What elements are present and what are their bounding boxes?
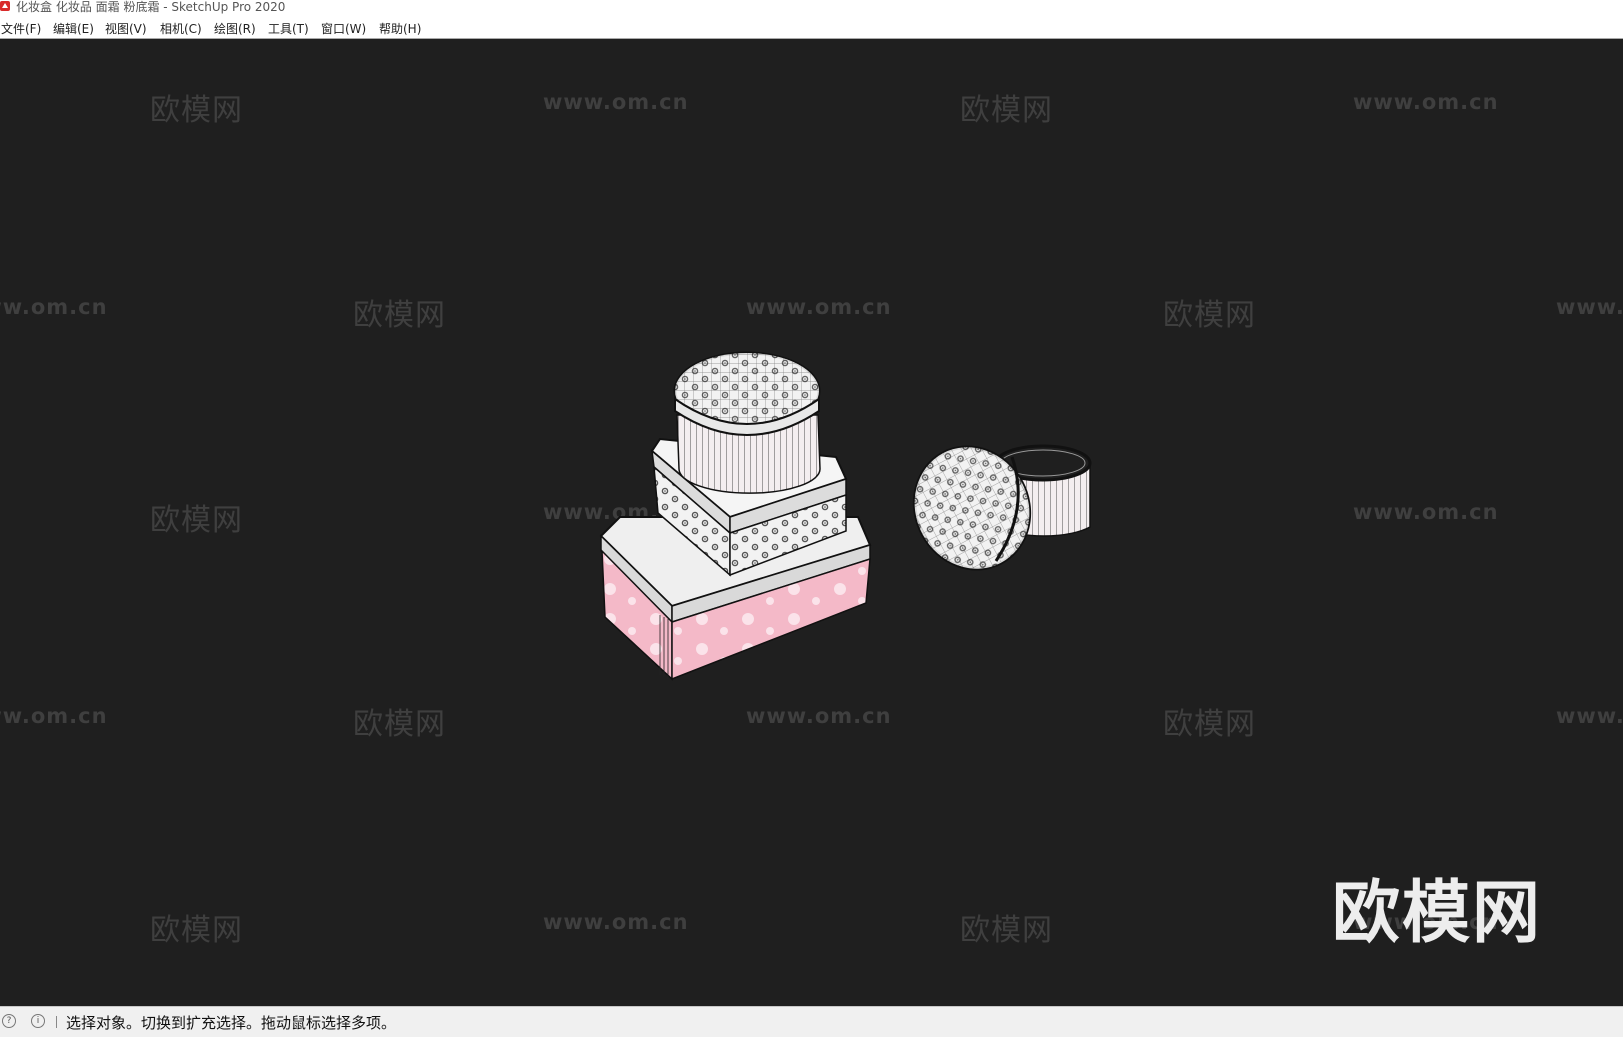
menu-file[interactable]: 文件(F) — [1, 20, 41, 37]
round-jar-stacked — [673, 351, 821, 494]
status-bar: ? i 选择对象。切换到扩充选择。拖动鼠标选择多项。 — [0, 1006, 1623, 1037]
title-bar: 化妆盒 化妆品 面霜 粉底霜 - SketchUp Pro 2020 — [0, 0, 1623, 16]
menu-help[interactable]: 帮助(H) — [379, 20, 421, 37]
status-separator — [56, 1016, 57, 1028]
menu-view[interactable]: 视图(V) — [105, 20, 147, 37]
menu-bar: 文件(F) 编辑(E) 视图(V) 相机(C) 绘图(R) 工具(T) 窗口(W… — [0, 16, 1623, 39]
menu-draw[interactable]: 绘图(R) — [214, 20, 256, 37]
sketchup-logo-icon — [0, 1, 10, 11]
status-text: 选择对象。切换到扩充选择。拖动鼠标选择多项。 — [66, 1014, 397, 1032]
menu-tools[interactable]: 工具(T) — [268, 20, 309, 37]
menu-edit[interactable]: 编辑(E) — [53, 20, 94, 37]
3d-viewport[interactable]: 欧模网 www.om.cn 欧模网 www.om.cn www.om.cn 欧模… — [0, 39, 1623, 1006]
info-icon[interactable]: i — [31, 1014, 45, 1028]
menu-window[interactable]: 窗口(W) — [321, 20, 366, 37]
window-title: 化妆盒 化妆品 面霜 粉底霜 - SketchUp Pro 2020 — [16, 0, 286, 14]
menu-camera[interactable]: 相机(C) — [160, 20, 202, 37]
geolocation-icon[interactable]: ? — [2, 1014, 16, 1028]
watermark-brand-large: 欧模网 — [1332, 874, 1543, 953]
